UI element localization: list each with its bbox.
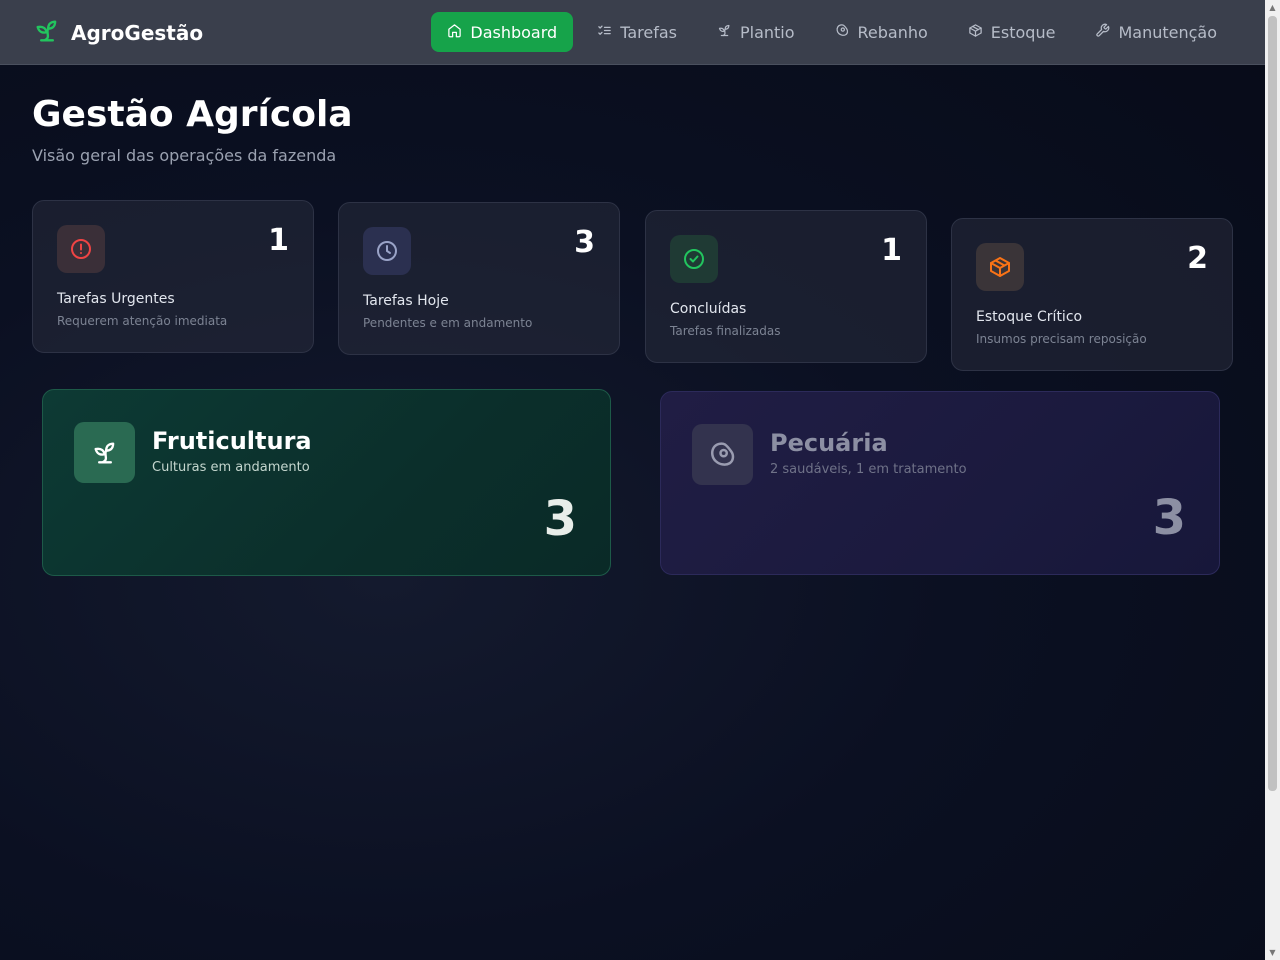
scroll-thumb[interactable]	[1268, 16, 1277, 791]
box-icon	[976, 243, 1024, 291]
stat-description: Pendentes e em andamento	[363, 316, 533, 330]
home-icon	[447, 23, 462, 42]
meat-icon	[835, 23, 850, 42]
stat-value: 2	[1187, 241, 1208, 276]
stat-card-stock[interactable]: 2 Estoque Crítico Insumos precisam repos…	[951, 218, 1233, 371]
stat-label: Tarefas Hoje	[363, 293, 449, 309]
sprout-icon	[74, 422, 135, 483]
wrench-icon	[1095, 23, 1110, 42]
category-card-fruticultura[interactable]: Fruticultura Culturas em andamento 3	[42, 389, 611, 576]
nav-label: Dashboard	[470, 22, 558, 42]
stat-description: Insumos precisam reposição	[976, 332, 1147, 346]
stat-value: 1	[881, 233, 902, 268]
stat-value: 3	[574, 225, 595, 260]
category-value: 3	[543, 491, 577, 547]
sprout-icon	[717, 23, 732, 42]
nav-item-rebanho[interactable]: Rebanho	[819, 12, 944, 52]
alert-circle-icon	[57, 225, 105, 273]
stat-label: Concluídas	[670, 301, 747, 317]
brand[interactable]: AgroGestão	[33, 17, 203, 49]
sprout-icon	[33, 17, 61, 49]
category-value: 3	[1152, 490, 1186, 546]
stat-description: Tarefas finalizadas	[670, 324, 781, 338]
stat-card-urgent[interactable]: 1 Tarefas Urgentes Requerem atenção imed…	[32, 200, 314, 353]
stat-label: Estoque Crítico	[976, 309, 1083, 325]
category-subtitle: Culturas em andamento	[152, 460, 310, 475]
category-subtitle: 2 saudáveis, 1 em tratamento	[770, 462, 967, 477]
app-root: AgroGestão Dashboard Tarefas Plantio Reb…	[0, 0, 1265, 960]
brand-name: AgroGestão	[71, 21, 204, 45]
list-check-icon	[597, 23, 612, 42]
nav-item-manutencao[interactable]: Manutenção	[1079, 12, 1233, 52]
page-title: Gestão Agrícola	[32, 94, 353, 135]
category-title: Fruticultura	[152, 427, 312, 455]
nav-label: Tarefas	[620, 22, 677, 42]
box-icon	[968, 23, 983, 42]
check-circle-icon	[670, 235, 718, 283]
nav-label: Estoque	[990, 22, 1056, 42]
nav-item-estoque[interactable]: Estoque	[952, 12, 1072, 52]
stat-value: 1	[268, 223, 289, 258]
nav-item-dashboard[interactable]: Dashboard	[431, 12, 574, 52]
scroll-down-arrow[interactable]: ▼	[1265, 945, 1280, 960]
main-nav: Dashboard Tarefas Plantio Rebanho Estoqu…	[431, 12, 1233, 52]
nav-item-plantio[interactable]: Plantio	[701, 12, 811, 52]
page-subtitle: Visão geral das operações da fazenda	[32, 146, 337, 165]
stat-description: Requerem atenção imediata	[57, 314, 228, 328]
meat-icon	[692, 424, 753, 485]
nav-label: Manutenção	[1118, 22, 1217, 42]
top-navbar: AgroGestão Dashboard Tarefas Plantio Reb…	[0, 0, 1265, 65]
scroll-up-arrow[interactable]: ▲	[1265, 0, 1280, 15]
stat-card-today[interactable]: 3 Tarefas Hoje Pendentes e em andamento	[338, 202, 620, 355]
nav-item-tarefas[interactable]: Tarefas	[581, 12, 693, 52]
nav-label: Rebanho	[857, 22, 928, 42]
stat-label: Tarefas Urgentes	[57, 291, 175, 307]
stat-card-done[interactable]: 1 Concluídas Tarefas finalizadas	[645, 210, 927, 363]
clock-icon	[363, 227, 411, 275]
nav-label: Plantio	[739, 22, 795, 42]
page-scrollbar[interactable]: ▲ ▼	[1265, 0, 1280, 960]
category-title: Pecuária	[770, 429, 888, 457]
category-card-pecuaria[interactable]: Pecuária 2 saudáveis, 1 em tratamento 3	[660, 391, 1220, 575]
